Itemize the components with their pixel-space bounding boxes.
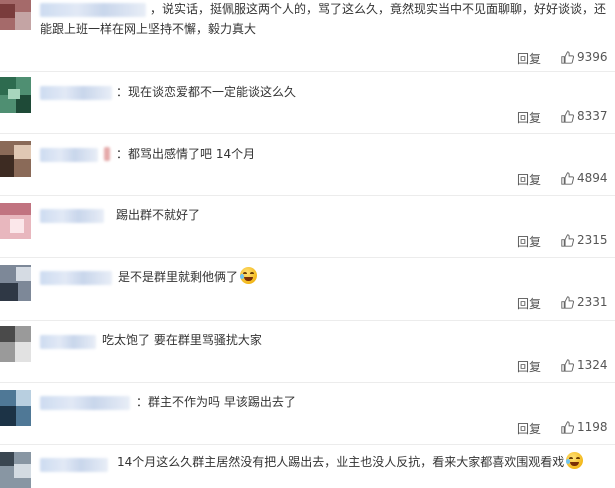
comment-text: 踢出群不就好了 (116, 208, 201, 222)
like-button[interactable]: 1198 (561, 420, 608, 434)
avatar-pixel (15, 12, 31, 30)
avatar[interactable] (0, 265, 31, 301)
reply-button[interactable]: 回复 (517, 109, 541, 126)
reply-button[interactable]: 回复 (517, 420, 541, 437)
username-blurred[interactable] (40, 458, 108, 472)
avatar[interactable] (0, 0, 31, 30)
comment-list-page: { "comments": [ { "text": "，说实话，挺佩服这两个人的… (0, 0, 615, 488)
reply-button[interactable]: 回复 (517, 233, 541, 250)
avatar-pixel (14, 145, 31, 159)
comment-item: ：都骂出感情了吧 14个月 回复 4894 (0, 133, 615, 196)
comment-text: ，说实话，挺佩服这两个人的，骂了这么久，竟然现实当中不见面聊聊，好好谈谈，还能跟… (40, 2, 607, 36)
avatar[interactable] (0, 452, 31, 488)
reply-button[interactable]: 回复 (517, 358, 541, 375)
reply-button[interactable]: 回复 (517, 295, 541, 312)
thumbs-up-icon (561, 109, 574, 123)
username-blurred (104, 147, 110, 161)
avatar[interactable] (0, 326, 31, 362)
avatar-pixel (0, 203, 31, 215)
avatar-pixel (10, 219, 24, 233)
like-button[interactable]: 2331 (561, 295, 608, 309)
thumbs-up-icon (561, 233, 574, 247)
comment-item: ，说实话，挺佩服这两个人的，骂了这么久，竟然现实当中不见面聊聊，好好谈谈，还能跟… (0, 0, 615, 72)
thumbs-up-icon (561, 295, 574, 309)
like-count: 2331 (577, 295, 608, 309)
thumbs-up-icon (561, 171, 574, 185)
avatar[interactable] (0, 141, 31, 177)
avatar-pixel (16, 390, 31, 406)
like-button[interactable]: 4894 (561, 171, 608, 185)
avatar-pixel (0, 406, 16, 426)
username-blurred[interactable] (40, 396, 130, 410)
avatar[interactable] (0, 77, 31, 113)
username-blurred[interactable] (40, 335, 96, 349)
avatar-pixel (0, 283, 18, 301)
username-blurred[interactable] (40, 148, 98, 162)
thumbs-up-icon (561, 50, 574, 64)
comment-text: ：群主不作为吗 早该踢出去了 (136, 395, 296, 409)
avatar[interactable] (0, 203, 31, 239)
comment-item: 踢出群不就好了 回复 2315 (0, 195, 615, 258)
avatar-pixel (0, 4, 15, 18)
comment-text-body: 是不是群里就剩他俩了 (118, 270, 239, 284)
avatar[interactable] (0, 390, 31, 426)
like-button[interactable]: 2315 (561, 233, 608, 247)
avatar-pixel (0, 452, 14, 466)
reply-button[interactable]: 回复 (517, 171, 541, 188)
comment-item: 吃太饱了 要在群里骂骚扰大家 回复 1324 (0, 320, 615, 383)
like-count: 2315 (577, 233, 608, 247)
avatar-pixel (0, 155, 14, 177)
comment-text: 吃太饱了 要在群里骂骚扰大家 (102, 333, 262, 347)
avatar-pixel (8, 89, 20, 99)
username-blurred[interactable] (40, 271, 112, 285)
like-count: 1198 (577, 420, 608, 434)
comment-item: 是不是群里就剩他俩了 回复 2331 (0, 257, 615, 321)
comment-item: 14个月这么久群主居然没有把人踢出去，业主也没人反抗，看来大家都喜欢围观看戏 (0, 444, 615, 488)
like-button[interactable]: 8337 (561, 109, 608, 123)
reply-button[interactable]: 回复 (517, 50, 541, 67)
comment-text-body: 14个月这么久群主居然没有把人踢出去，业主也没人反抗，看来大家都喜欢围观看戏 (117, 455, 565, 469)
username-blurred[interactable] (40, 209, 104, 223)
like-count: 9396 (577, 50, 608, 64)
laughing-tears-emoji-icon (566, 452, 584, 469)
laughing-tears-emoji-icon (240, 267, 258, 284)
thumbs-up-icon (561, 358, 574, 372)
comment-text: 是不是群里就剩他俩了 (118, 267, 258, 287)
comment-text: ：都骂出感情了吧 14个月 (116, 147, 256, 161)
like-button[interactable]: 1324 (561, 358, 608, 372)
comment-text: ：现在谈恋爱都不一定能谈这么久 (116, 85, 297, 99)
avatar-pixel (16, 267, 31, 281)
avatar-pixel (0, 326, 15, 342)
avatar-pixel (15, 342, 31, 362)
like-count: 1324 (577, 358, 608, 372)
like-count: 8337 (577, 109, 608, 123)
thumbs-up-icon (561, 420, 574, 434)
comment-item: ：现在谈恋爱都不一定能谈这么久 回复 8337 (0, 71, 615, 134)
like-count: 4894 (577, 171, 608, 185)
like-button[interactable]: 9396 (561, 50, 608, 64)
comment-text: 14个月这么久群主居然没有把人踢出去，业主也没人反抗，看来大家都喜欢围观看戏 (117, 452, 584, 472)
username-blurred[interactable] (40, 86, 112, 100)
comment-item: ：群主不作为吗 早该踢出去了 回复 1198 (0, 382, 615, 445)
